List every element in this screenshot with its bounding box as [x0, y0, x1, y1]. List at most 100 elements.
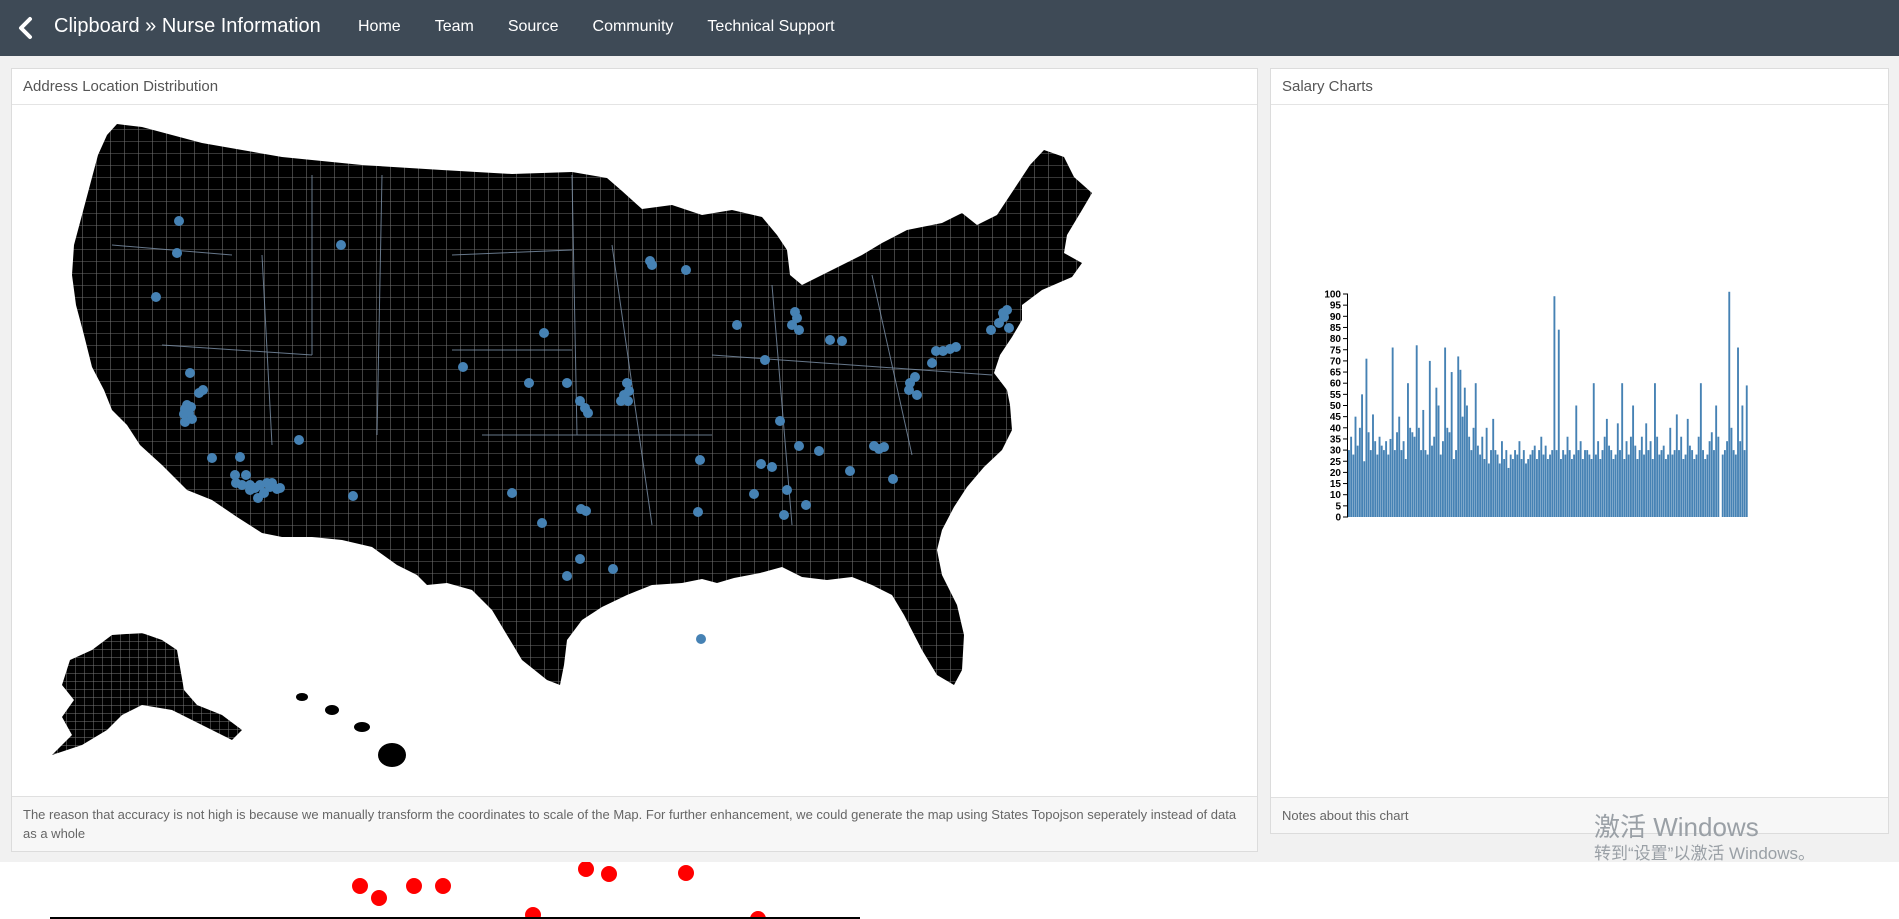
salary-bar — [1352, 454, 1355, 517]
salary-bar — [1566, 436, 1569, 517]
salary-bar — [1551, 450, 1554, 517]
salary-bar — [1601, 450, 1604, 517]
salary-bar — [1557, 329, 1560, 517]
location-point — [760, 355, 770, 365]
salary-bar — [1413, 436, 1416, 517]
y-tick-label: 70 — [1330, 356, 1342, 367]
salary-bar — [1479, 454, 1482, 517]
salary-bar — [1732, 450, 1735, 517]
salary-bar — [1446, 427, 1449, 517]
location-point — [623, 396, 633, 406]
salary-bar — [1420, 450, 1423, 517]
location-point — [575, 554, 585, 564]
location-point — [879, 442, 889, 452]
hawaii — [296, 693, 406, 767]
location-point — [348, 491, 358, 501]
salary-bar — [1636, 459, 1639, 517]
salary-bar — [1490, 450, 1492, 517]
app-title[interactable]: Clipboard » Nurse Information — [54, 15, 321, 38]
y-tick-label: 75 — [1330, 345, 1342, 356]
salary-bar — [1562, 450, 1565, 517]
location-point — [888, 474, 898, 484]
salary-bar — [1640, 436, 1643, 517]
salary-bar — [1348, 450, 1350, 517]
nav-source[interactable]: Source — [508, 18, 559, 36]
salary-bar — [1485, 427, 1488, 517]
location-point — [986, 325, 996, 335]
salary-bar — [1374, 441, 1377, 517]
salary-bar — [1682, 459, 1685, 517]
location-point — [845, 466, 855, 476]
location-point — [825, 335, 835, 345]
salary-bar — [1365, 358, 1368, 517]
salary-bar — [1407, 383, 1409, 517]
salary-bar — [1525, 463, 1527, 517]
salary-bar — [1455, 450, 1457, 517]
nav-home[interactable]: Home — [358, 18, 401, 36]
salary-bar — [1503, 459, 1506, 517]
y-tick-label: 50 — [1330, 401, 1342, 412]
salary-bar — [1686, 418, 1689, 517]
salary-bar — [1426, 454, 1429, 517]
location-point — [814, 446, 824, 456]
main-nav: Home Team Source Community Technical Sup… — [358, 18, 869, 36]
salary-bar — [1437, 405, 1440, 517]
salary-bar — [1448, 432, 1451, 517]
salary-bar — [1354, 416, 1357, 517]
salary-bar — [1450, 372, 1453, 517]
location-point — [294, 435, 304, 445]
salary-bar — [1367, 432, 1370, 517]
salary-bar — [1575, 405, 1578, 517]
nav-community[interactable]: Community — [593, 18, 674, 36]
salary-bar — [1433, 436, 1436, 517]
salary-bar — [1376, 454, 1379, 517]
salary-bar — [1592, 383, 1595, 517]
salary-bar — [1667, 454, 1670, 517]
salary-bar — [1555, 450, 1558, 517]
salary-bar — [1625, 441, 1628, 517]
y-tick-label: 5 — [1335, 501, 1341, 512]
salary-bar — [1664, 459, 1667, 517]
salary-bar — [1632, 405, 1635, 517]
windows-activation-watermark: 激活 Windows 转到“设置”以激活 Windows。 — [1594, 812, 1815, 866]
lower-location-point — [435, 878, 451, 894]
salary-bar — [1402, 441, 1405, 517]
location-point — [194, 388, 204, 398]
salary-bar — [1385, 441, 1388, 517]
nav-team[interactable]: Team — [435, 18, 474, 36]
location-point — [681, 265, 691, 275]
location-point — [756, 459, 766, 469]
location-point — [507, 488, 517, 498]
salary-bar — [1739, 441, 1742, 517]
salary-bar — [1586, 450, 1589, 517]
salary-bar — [1549, 454, 1551, 517]
salary-bar — [1608, 445, 1610, 517]
salary-bar — [1623, 459, 1626, 517]
salary-bar — [1378, 436, 1381, 517]
salary-bar — [1481, 436, 1484, 517]
y-tick-label: 30 — [1330, 446, 1342, 457]
salary-bar — [1396, 432, 1398, 517]
location-point — [562, 571, 572, 581]
salary-bar — [1577, 450, 1580, 517]
salary-bar — [1476, 445, 1479, 517]
salary-bar — [1501, 441, 1503, 517]
salary-bar — [1544, 445, 1547, 517]
location-point — [581, 506, 591, 516]
location-point — [693, 507, 703, 517]
salary-bar — [1363, 461, 1366, 517]
salary-bar — [1415, 345, 1418, 517]
us-county-map[interactable] — [12, 105, 1257, 805]
salary-bar — [1496, 454, 1499, 517]
salary-bar-chart: 0510152025303540455055606570758085909510… — [1324, 290, 1748, 524]
lower-map-points — [50, 862, 860, 919]
lower-location-point — [678, 865, 694, 881]
nav-technical-support[interactable]: Technical Support — [707, 18, 834, 36]
salary-bar — [1675, 414, 1678, 517]
salary-bar — [1468, 436, 1471, 517]
salary-bar — [1472, 427, 1475, 517]
chevron-left-icon[interactable] — [14, 16, 38, 40]
y-tick-label: 35 — [1330, 434, 1342, 445]
salary-bar — [1560, 459, 1562, 517]
salary-bar — [1494, 450, 1497, 517]
